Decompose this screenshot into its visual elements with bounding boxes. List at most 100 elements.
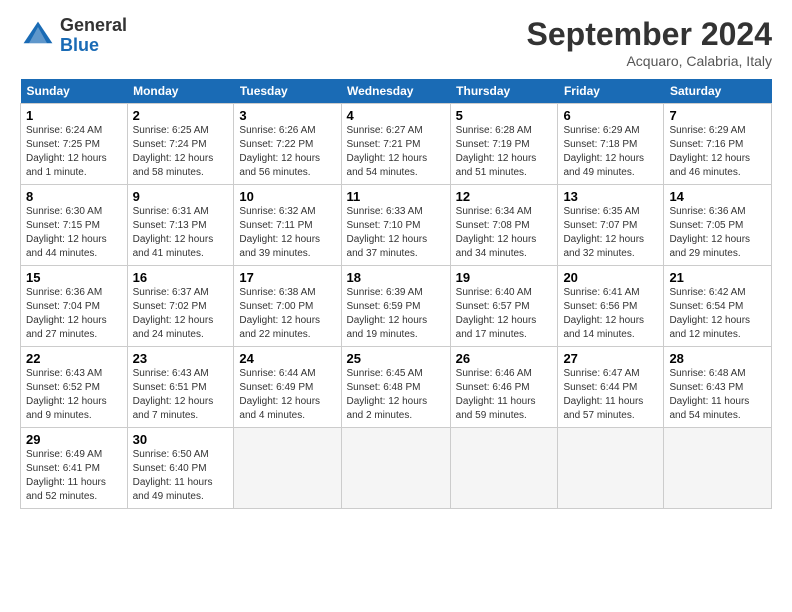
day-number: 21 [669, 270, 766, 285]
header-row: Sunday Monday Tuesday Wednesday Thursday… [21, 79, 772, 104]
table-row: 7 Sunrise: 6:29 AMSunset: 7:16 PMDaylight… [664, 104, 772, 185]
day-number: 25 [347, 351, 445, 366]
day-info: Sunrise: 6:36 AMSunset: 7:04 PMDaylight:… [26, 287, 107, 340]
day-info: Sunrise: 6:35 AMSunset: 7:07 PMDaylight:… [563, 206, 644, 259]
day-info: Sunrise: 6:32 AMSunset: 7:11 PMDaylight:… [239, 206, 320, 259]
day-number: 13 [563, 189, 658, 204]
day-number: 10 [239, 189, 335, 204]
col-saturday: Saturday [664, 79, 772, 104]
table-row: 4 Sunrise: 6:27 AMSunset: 7:21 PMDaylight… [341, 104, 450, 185]
table-row: 1 Sunrise: 6:24 AMSunset: 7:25 PMDaylight… [21, 104, 128, 185]
day-info: Sunrise: 6:45 AMSunset: 6:48 PMDaylight:… [347, 368, 428, 421]
day-number: 7 [669, 108, 766, 123]
table-row: 6 Sunrise: 6:29 AMSunset: 7:18 PMDaylight… [558, 104, 664, 185]
day-info: Sunrise: 6:36 AMSunset: 7:05 PMDaylight:… [669, 206, 750, 259]
table-row: 11 Sunrise: 6:33 AMSunset: 7:10 PMDayligh… [341, 185, 450, 266]
calendar-week-2: 15 Sunrise: 6:36 AMSunset: 7:04 PMDayligh… [21, 266, 772, 347]
day-info: Sunrise: 6:29 AMSunset: 7:16 PMDaylight:… [669, 125, 750, 178]
table-row: 20Sunrise: 6:41 AMSunset: 6:56 PMDayligh… [558, 266, 664, 347]
day-info: Sunrise: 6:49 AMSunset: 6:41 PMDaylight:… [26, 449, 106, 502]
calendar-header: Sunday Monday Tuesday Wednesday Thursday… [21, 79, 772, 104]
table-row: 12 Sunrise: 6:34 AMSunset: 7:08 PMDayligh… [450, 185, 558, 266]
day-info: Sunrise: 6:40 AMSunset: 6:57 PMDaylight:… [456, 287, 537, 340]
month-title: September 2024 [527, 16, 772, 53]
table-row: 18Sunrise: 6:39 AMSunset: 6:59 PMDayligh… [341, 266, 450, 347]
day-number: 22 [26, 351, 122, 366]
table-row: 29Sunrise: 6:49 AMSunset: 6:41 PMDayligh… [21, 428, 128, 509]
day-info: Sunrise: 6:46 AMSunset: 6:46 PMDaylight:… [456, 368, 536, 421]
day-number: 4 [347, 108, 445, 123]
table-row: 30Sunrise: 6:50 AMSunset: 6:40 PMDayligh… [127, 428, 234, 509]
day-number: 6 [563, 108, 658, 123]
day-number: 15 [26, 270, 122, 285]
day-number: 2 [133, 108, 229, 123]
day-number: 9 [133, 189, 229, 204]
day-info: Sunrise: 6:30 AMSunset: 7:15 PMDaylight:… [26, 206, 107, 259]
table-row [341, 428, 450, 509]
day-info: Sunrise: 6:44 AMSunset: 6:49 PMDaylight:… [239, 368, 320, 421]
day-number: 17 [239, 270, 335, 285]
calendar-table: Sunday Monday Tuesday Wednesday Thursday… [20, 79, 772, 509]
col-sunday: Sunday [21, 79, 128, 104]
day-info: Sunrise: 6:24 AMSunset: 7:25 PMDaylight:… [26, 125, 107, 178]
day-info: Sunrise: 6:34 AMSunset: 7:08 PMDaylight:… [456, 206, 537, 259]
table-row: 5 Sunrise: 6:28 AMSunset: 7:19 PMDaylight… [450, 104, 558, 185]
logo: General Blue [20, 16, 127, 56]
table-row: 25 Sunrise: 6:45 AMSunset: 6:48 PMDayligh… [341, 347, 450, 428]
day-number: 23 [133, 351, 229, 366]
table-row: 24 Sunrise: 6:44 AMSunset: 6:49 PMDayligh… [234, 347, 341, 428]
col-thursday: Thursday [450, 79, 558, 104]
day-info: Sunrise: 6:28 AMSunset: 7:19 PMDaylight:… [456, 125, 537, 178]
table-row: 23 Sunrise: 6:43 AMSunset: 6:51 PMDayligh… [127, 347, 234, 428]
day-number: 19 [456, 270, 553, 285]
day-number: 14 [669, 189, 766, 204]
day-info: Sunrise: 6:43 AMSunset: 6:52 PMDaylight:… [26, 368, 107, 421]
day-number: 8 [26, 189, 122, 204]
table-row: 28Sunrise: 6:48 AMSunset: 6:43 PMDayligh… [664, 347, 772, 428]
table-row: 16 Sunrise: 6:37 AMSunset: 7:02 PMDayligh… [127, 266, 234, 347]
calendar-week-1: 8 Sunrise: 6:30 AMSunset: 7:15 PMDaylight… [21, 185, 772, 266]
day-info: Sunrise: 6:50 AMSunset: 6:40 PMDaylight:… [133, 449, 213, 502]
table-row [234, 428, 341, 509]
logo-blue: Blue [60, 36, 127, 56]
table-row: 10 Sunrise: 6:32 AMSunset: 7:11 PMDayligh… [234, 185, 341, 266]
day-info: Sunrise: 6:43 AMSunset: 6:51 PMDaylight:… [133, 368, 214, 421]
day-number: 1 [26, 108, 122, 123]
calendar-week-0: 1 Sunrise: 6:24 AMSunset: 7:25 PMDaylight… [21, 104, 772, 185]
table-row: 27 Sunrise: 6:47 AMSunset: 6:44 PMDayligh… [558, 347, 664, 428]
day-info: Sunrise: 6:37 AMSunset: 7:02 PMDaylight:… [133, 287, 214, 340]
table-row: 15 Sunrise: 6:36 AMSunset: 7:04 PMDayligh… [21, 266, 128, 347]
header: General Blue September 2024 Acquaro, Cal… [20, 16, 772, 69]
table-row: 17 Sunrise: 6:38 AMSunset: 7:00 PMDayligh… [234, 266, 341, 347]
table-row [450, 428, 558, 509]
day-info: Sunrise: 6:33 AMSunset: 7:10 PMDaylight:… [347, 206, 428, 259]
day-info: Sunrise: 6:47 AMSunset: 6:44 PMDaylight:… [563, 368, 643, 421]
col-monday: Monday [127, 79, 234, 104]
table-row: 8 Sunrise: 6:30 AMSunset: 7:15 PMDaylight… [21, 185, 128, 266]
table-row [558, 428, 664, 509]
table-row: 13 Sunrise: 6:35 AMSunset: 7:07 PMDayligh… [558, 185, 664, 266]
day-number: 27 [563, 351, 658, 366]
day-info: Sunrise: 6:29 AMSunset: 7:18 PMDaylight:… [563, 125, 644, 178]
day-info: Sunrise: 6:48 AMSunset: 6:43 PMDaylight:… [669, 368, 749, 421]
day-number: 5 [456, 108, 553, 123]
day-number: 24 [239, 351, 335, 366]
day-number: 3 [239, 108, 335, 123]
day-info: Sunrise: 6:27 AMSunset: 7:21 PMDaylight:… [347, 125, 428, 178]
calendar-week-4: 29Sunrise: 6:49 AMSunset: 6:41 PMDayligh… [21, 428, 772, 509]
day-number: 16 [133, 270, 229, 285]
location: Acquaro, Calabria, Italy [527, 53, 772, 69]
table-row: 26Sunrise: 6:46 AMSunset: 6:46 PMDayligh… [450, 347, 558, 428]
table-row: 3Sunrise: 6:26 AMSunset: 7:22 PMDaylight… [234, 104, 341, 185]
logo-text: General Blue [60, 16, 127, 56]
day-info: Sunrise: 6:25 AMSunset: 7:24 PMDaylight:… [133, 125, 214, 178]
day-info: Sunrise: 6:41 AMSunset: 6:56 PMDaylight:… [563, 287, 644, 340]
day-info: Sunrise: 6:38 AMSunset: 7:00 PMDaylight:… [239, 287, 320, 340]
col-wednesday: Wednesday [341, 79, 450, 104]
table-row: 2 Sunrise: 6:25 AMSunset: 7:24 PMDaylight… [127, 104, 234, 185]
day-number: 18 [347, 270, 445, 285]
table-row: 9Sunrise: 6:31 AMSunset: 7:13 PMDaylight… [127, 185, 234, 266]
calendar-week-3: 22 Sunrise: 6:43 AMSunset: 6:52 PMDayligh… [21, 347, 772, 428]
day-number: 12 [456, 189, 553, 204]
day-number: 11 [347, 189, 445, 204]
